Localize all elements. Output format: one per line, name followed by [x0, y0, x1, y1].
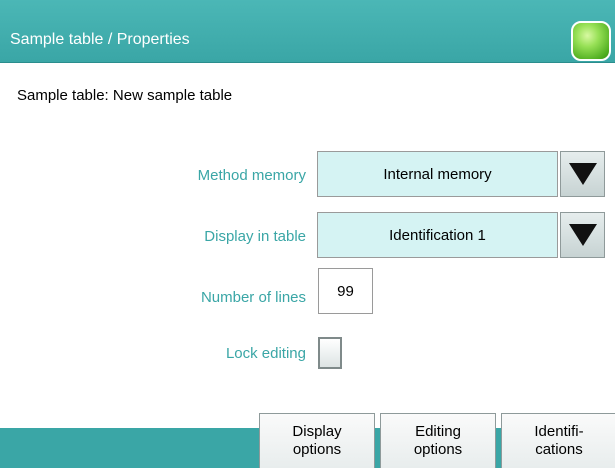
- number-of-lines-input[interactable]: 99: [318, 268, 373, 314]
- sample-table-name: Sample table: New sample table: [17, 87, 233, 104]
- title-bar: Sample table / Properties: [0, 0, 615, 63]
- method-memory-dropdown-button[interactable]: [560, 151, 605, 197]
- triangle-down-icon: [568, 163, 597, 185]
- editing-options-button[interactable]: Editing options: [380, 413, 496, 468]
- method-memory-label: Method memory: [197, 167, 306, 184]
- number-of-lines-label: Number of lines: [200, 289, 306, 306]
- identifications-button[interactable]: Identifi- cations: [501, 413, 615, 468]
- display-in-table-field[interactable]: Identification 1: [317, 212, 558, 258]
- lock-editing-checkbox[interactable]: [318, 337, 342, 369]
- display-in-table-dropdown-button[interactable]: [560, 212, 605, 258]
- method-memory-field[interactable]: Internal memory: [317, 151, 558, 197]
- display-options-button[interactable]: Display options: [259, 413, 375, 468]
- lock-editing-label: Lock editing: [225, 345, 306, 362]
- method-memory-value: Internal memory: [383, 165, 492, 183]
- triangle-down-icon: [568, 224, 597, 246]
- display-in-table-value: Identification 1: [389, 226, 486, 244]
- properties-screen: Sample table / Properties Sample table: …: [0, 0, 615, 468]
- status-light-icon: [571, 21, 611, 61]
- display-in-table-label: Display in table: [204, 228, 306, 245]
- number-of-lines-value: 99: [337, 282, 354, 300]
- page-title: Sample table / Properties: [10, 31, 190, 48]
